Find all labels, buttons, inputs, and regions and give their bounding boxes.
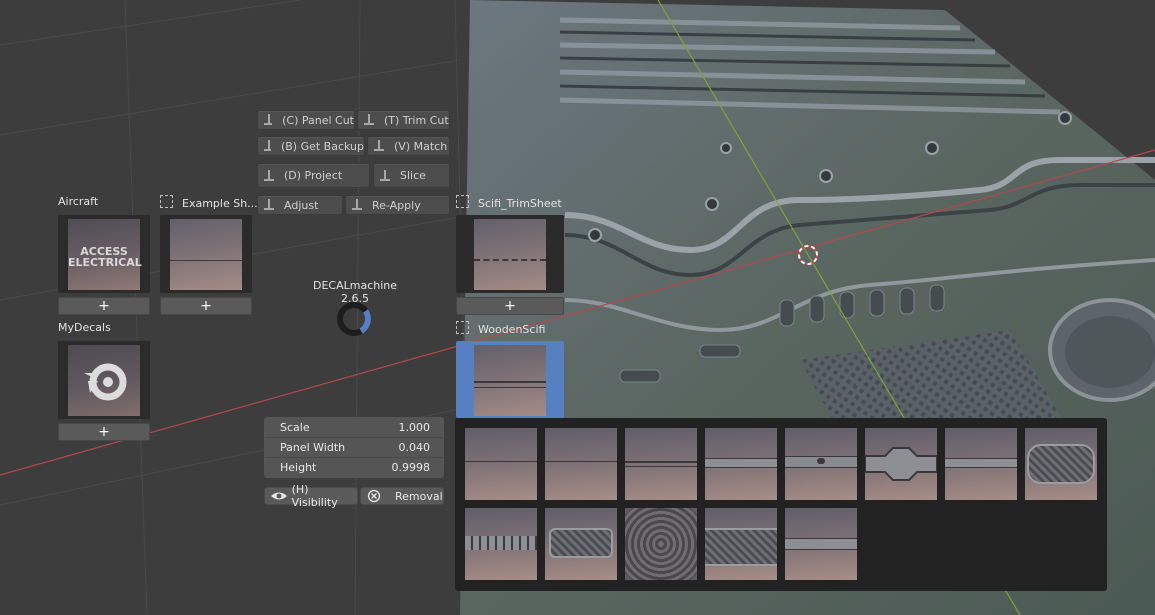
decal-grid-item[interactable] [945, 428, 1017, 500]
project-button[interactable]: (D) Project [257, 163, 370, 188]
library-checkbox[interactable] [456, 195, 469, 208]
decal-tool-icon [362, 113, 376, 127]
decal-grid-item[interactable] [625, 428, 697, 500]
decal-grid-item[interactable] [625, 508, 697, 580]
match-button[interactable]: (V) Match [367, 136, 450, 156]
decal-grid-item[interactable] [545, 508, 617, 580]
decal-grid-item[interactable] [465, 508, 537, 580]
decal-tool-icon [262, 198, 276, 212]
decal-grid-item[interactable] [705, 508, 777, 580]
blender-logo-icon [84, 363, 127, 401]
decal-tool-icon [372, 139, 386, 153]
decal-thumbnail-aircraft[interactable]: ACCESS ELECTRICAL [58, 215, 150, 293]
add-decal-button-aircraft[interactable]: + [58, 297, 150, 315]
decal-tool-icon [378, 169, 392, 183]
decal-thumbnail-scifi[interactable] [456, 215, 564, 293]
panel-cut-button[interactable]: (C) Panel Cut [257, 110, 355, 130]
decal-tool-icon [262, 139, 273, 153]
trim-cut-button[interactable]: (T) Trim Cut [357, 110, 450, 130]
add-decal-button-example[interactable]: + [160, 297, 252, 315]
library-checkbox[interactable] [456, 321, 469, 334]
decal-grid-item[interactable] [785, 508, 857, 580]
library-checkbox[interactable] [160, 195, 173, 208]
eye-icon [271, 492, 287, 500]
decal-grid-item[interactable] [465, 428, 537, 500]
removal-toggle[interactable]: Removal [360, 487, 444, 505]
library-label-woodenscifi: WoodenScifi [456, 321, 545, 336]
property-scale[interactable]: Scale 1.000 [265, 418, 443, 438]
get-backup-button[interactable]: (B) Get Backup [257, 136, 365, 156]
decal-grid-item[interactable] [1025, 428, 1097, 500]
decal-thumbnail-example[interactable] [160, 215, 252, 293]
slice-button[interactable]: Slice [373, 163, 450, 188]
decal-tool-icon [262, 113, 274, 127]
add-decal-button-mydecals[interactable]: + [58, 423, 150, 441]
close-circle-icon [367, 489, 381, 503]
decal-tool-icon [262, 169, 276, 183]
decal-properties-panel: Scale 1.000 Panel Width 0.040 Height 0.9998 [264, 417, 444, 478]
adjust-button[interactable]: Adjust [257, 195, 343, 215]
library-label-aircraft: Aircraft [58, 195, 99, 208]
decal-grid-item[interactable] [865, 428, 937, 500]
library-label-example: Example Sh... [160, 195, 258, 210]
visibility-toggle[interactable]: (H) Visibility [264, 483, 358, 509]
decal-thumbnail-mydecals[interactable] [58, 341, 150, 419]
property-height[interactable]: Height 0.9998 [265, 458, 443, 477]
decal-grid-item[interactable] [785, 428, 857, 500]
decal-tool-icon [350, 198, 364, 212]
pie-direction-indicator [337, 302, 371, 336]
decal-grid-item[interactable] [705, 428, 777, 500]
library-label-mydecals: MyDecals [58, 321, 111, 334]
property-panel-width[interactable]: Panel Width 0.040 [265, 438, 443, 458]
decal-grid-popup [455, 418, 1107, 591]
add-decal-button-scifi[interactable]: + [456, 297, 564, 315]
decal-thumbnail-woodenscifi-selected[interactable] [456, 341, 564, 418]
decal-grid-item[interactable] [545, 428, 617, 500]
re-apply-button[interactable]: Re-Apply [345, 195, 450, 215]
library-label-scifi-trimsheet: Scifi_TrimSheet [456, 195, 562, 210]
